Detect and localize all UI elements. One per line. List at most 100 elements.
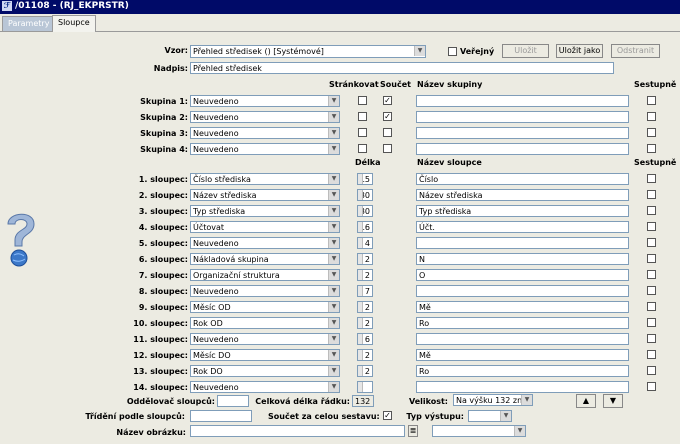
column-name-input[interactable] <box>416 333 629 345</box>
column-name-input[interactable]: Účt. <box>416 221 629 233</box>
group-sestupne-checkbox[interactable] <box>647 112 656 121</box>
chevron-down-icon[interactable]: ▼ <box>328 270 339 280</box>
column-delka-input[interactable]: 15 <box>357 173 373 185</box>
column-delka-input[interactable]: 30 <box>357 205 373 217</box>
chevron-down-icon[interactable]: ▼ <box>328 128 339 138</box>
group-soucet-checkbox[interactable] <box>383 144 392 153</box>
column-select[interactable]: Název střediska ▼ <box>190 189 340 201</box>
column-name-input[interactable] <box>416 285 629 297</box>
velikost-select[interactable]: Na výšku 132 zn. ▼ <box>453 394 533 406</box>
column-select[interactable]: Rok DO ▼ <box>190 365 340 377</box>
column-delka-input[interactable]: 7 <box>357 285 373 297</box>
column-sestupne-checkbox[interactable] <box>647 302 656 311</box>
column-sestupne-checkbox[interactable] <box>647 254 656 263</box>
column-name-input[interactable]: Název střediska <box>416 189 629 201</box>
chevron-down-icon[interactable]: ▼ <box>328 366 339 376</box>
column-select[interactable]: Číslo střediska ▼ <box>190 173 340 185</box>
column-name-input[interactable]: O <box>416 269 629 281</box>
column-sestupne-checkbox[interactable] <box>647 222 656 231</box>
column-name-input[interactable]: Ro <box>416 317 629 329</box>
column-name-input[interactable]: N <box>416 253 629 265</box>
column-sestupne-checkbox[interactable] <box>647 318 656 327</box>
chevron-down-icon[interactable]: ▼ <box>328 206 339 216</box>
column-select[interactable]: Účtovat ▼ <box>190 221 340 233</box>
group-select[interactable]: Neuvedeno ▼ <box>190 95 340 107</box>
group-strankovat-checkbox[interactable] <box>358 144 367 153</box>
column-delka-input[interactable]: 2 <box>357 253 373 265</box>
column-sestupne-checkbox[interactable] <box>647 190 656 199</box>
column-sestupne-checkbox[interactable] <box>647 270 656 279</box>
move-up-button[interactable]: ▲ <box>576 394 596 408</box>
chevron-down-icon[interactable]: ▼ <box>514 426 525 436</box>
chevron-down-icon[interactable]: ▼ <box>328 96 339 106</box>
column-delka-input[interactable]: 6 <box>357 333 373 345</box>
group-select[interactable]: Neuvedeno ▼ <box>190 143 340 155</box>
chevron-down-icon[interactable]: ▼ <box>500 411 511 421</box>
column-delka-input[interactable]: 2 <box>357 349 373 361</box>
ulozit-jako-button[interactable]: Uložit jako <box>556 44 603 58</box>
group-soucet-checkbox[interactable]: ✓ <box>383 96 392 105</box>
column-name-input[interactable]: Mě <box>416 349 629 361</box>
column-select[interactable]: Měsíc OD ▼ <box>190 301 340 313</box>
move-down-button[interactable]: ▼ <box>603 394 623 408</box>
chevron-down-icon[interactable]: ▼ <box>328 254 339 264</box>
tab-parametry[interactable]: Parametry <box>2 16 56 31</box>
chevron-down-icon[interactable]: ▼ <box>328 382 339 392</box>
column-delka-input[interactable]: 2 <box>357 365 373 377</box>
group-sestupne-checkbox[interactable] <box>647 96 656 105</box>
nadpis-input[interactable]: Přehled středisek <box>190 62 614 74</box>
column-name-input[interactable]: Mě <box>416 301 629 313</box>
group-strankovat-checkbox[interactable] <box>358 96 367 105</box>
column-select[interactable]: Organizační struktura ▼ <box>190 269 340 281</box>
nazev-obrazku-input[interactable] <box>190 425 405 437</box>
chevron-down-icon[interactable]: ▼ <box>328 112 339 122</box>
soucet-sestavy-checkbox[interactable]: ✓ <box>383 411 392 420</box>
column-name-input[interactable]: Ro <box>416 365 629 377</box>
group-select[interactable]: Neuvedeno ▼ <box>190 127 340 139</box>
chevron-down-icon[interactable]: ▼ <box>328 222 339 232</box>
oddelovac-input[interactable] <box>217 395 249 407</box>
column-sestupne-checkbox[interactable] <box>647 206 656 215</box>
typ-vystupu-select[interactable]: ▼ <box>468 410 512 422</box>
group-soucet-checkbox[interactable] <box>383 128 392 137</box>
chevron-down-icon[interactable]: ▼ <box>328 318 339 328</box>
column-delka-input[interactable]: 2 <box>357 317 373 329</box>
group-strankovat-checkbox[interactable] <box>358 128 367 137</box>
chevron-down-icon[interactable]: ▼ <box>328 350 339 360</box>
trideni-input[interactable] <box>190 410 252 422</box>
column-delka-input[interactable]: 2 <box>357 301 373 313</box>
column-select[interactable]: Neuvedeno ▼ <box>190 381 340 393</box>
column-delka-input[interactable]: 2 <box>357 269 373 281</box>
column-sestupne-checkbox[interactable] <box>647 334 656 343</box>
column-select[interactable]: Nákladová skupina ▼ <box>190 253 340 265</box>
chevron-down-icon[interactable]: ▼ <box>328 334 339 344</box>
column-select[interactable]: Měsíc DO ▼ <box>190 349 340 361</box>
ulozit-button[interactable]: Uložit <box>502 44 549 58</box>
chevron-down-icon[interactable]: ▼ <box>328 238 339 248</box>
vzor-select[interactable]: Přehled středisek () [Systémové] ▼ <box>190 45 426 58</box>
group-sestupne-checkbox[interactable] <box>647 128 656 137</box>
verejny-checkbox[interactable] <box>448 47 457 56</box>
group-strankovat-checkbox[interactable] <box>358 112 367 121</box>
column-sestupne-checkbox[interactable] <box>647 286 656 295</box>
column-sestupne-checkbox[interactable] <box>647 350 656 359</box>
odstranit-button[interactable]: Odstranit <box>611 44 660 58</box>
chevron-down-icon[interactable]: ▼ <box>328 190 339 200</box>
group-name-input[interactable] <box>416 95 629 107</box>
group-name-input[interactable] <box>416 143 629 155</box>
column-name-input[interactable]: Typ střediska <box>416 205 629 217</box>
column-name-input[interactable] <box>416 381 629 393</box>
column-name-input[interactable] <box>416 237 629 249</box>
column-select[interactable]: Neuvedeno ▼ <box>190 285 340 297</box>
column-sestupne-checkbox[interactable] <box>647 238 656 247</box>
column-select[interactable]: Neuvedeno ▼ <box>190 333 340 345</box>
group-sestupne-checkbox[interactable] <box>647 144 656 153</box>
column-delka-input[interactable]: 16 <box>357 221 373 233</box>
group-name-input[interactable] <box>416 111 629 123</box>
column-sestupne-checkbox[interactable] <box>647 174 656 183</box>
obrazek-extra-select[interactable]: ▼ <box>432 425 526 437</box>
chevron-down-icon[interactable]: ▼ <box>328 144 339 154</box>
column-sestupne-checkbox[interactable] <box>647 382 656 391</box>
chevron-down-icon[interactable]: ▼ <box>328 174 339 184</box>
column-select[interactable]: Typ střediska ▼ <box>190 205 340 217</box>
